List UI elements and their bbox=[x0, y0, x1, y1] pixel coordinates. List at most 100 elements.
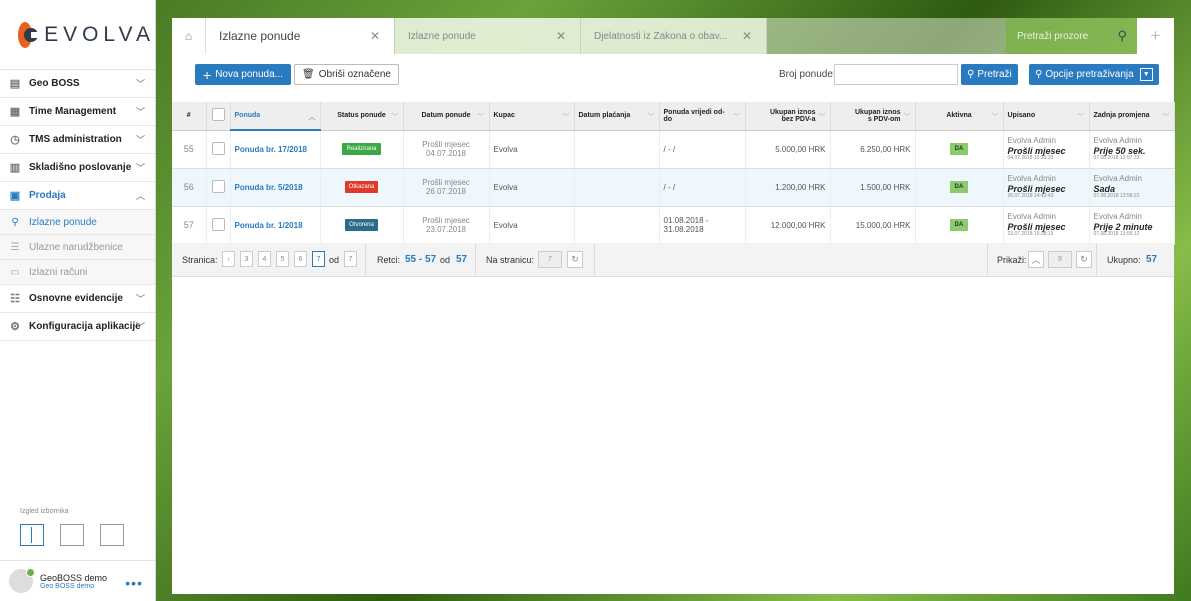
col-vrijedi-header[interactable]: Ponuda vrijedi od-do ﹀ bbox=[659, 102, 746, 131]
last-page-button[interactable]: 7 bbox=[344, 251, 357, 267]
home-icon[interactable]: ⌂ bbox=[172, 18, 206, 54]
sidebar-item-label: Prodaja bbox=[29, 190, 66, 201]
row-select-cell[interactable] bbox=[206, 130, 231, 169]
customer-cell: Evolva bbox=[489, 130, 575, 169]
page-button[interactable]: 4 bbox=[258, 251, 271, 267]
chevron-down-icon: ﹀ bbox=[562, 114, 570, 121]
chevron-up-icon[interactable]: ︿ bbox=[1028, 251, 1044, 268]
col-vrijedi-label-2: do bbox=[663, 115, 673, 123]
created-by: Evolva Admin bbox=[1007, 212, 1056, 222]
col-status-label: Status ponude bbox=[337, 112, 386, 120]
pager-divider bbox=[594, 243, 595, 277]
offer-link[interactable]: Ponuda br. 1/2018 bbox=[235, 221, 303, 230]
show-label: Prikaži: bbox=[997, 255, 1027, 265]
page-button-current[interactable]: 7 bbox=[312, 251, 325, 267]
col-aktivna-header[interactable]: Aktivna ﹀ bbox=[915, 102, 1004, 131]
col-s-pdv-header[interactable]: Ukupan iznos s PDV-om ﹀ bbox=[830, 102, 916, 131]
per-page-label: Na stranicu: bbox=[486, 255, 535, 265]
select-all-checkbox[interactable] bbox=[211, 108, 225, 122]
offers-table: # Ponuda ︿ Status ponude ﹀ Datum ponude ﹀ K… bbox=[172, 102, 1175, 245]
delete-selected-button[interactable]: 🗑 Obriši označene bbox=[294, 64, 399, 85]
sidebar-item-time-management[interactable]: ▦ Time Management ﹀ bbox=[0, 98, 155, 126]
sidebar-item-skladisno[interactable]: ▥ Skladišno poslovanje ﹀ bbox=[0, 154, 155, 182]
total-label: Ukupno: bbox=[1107, 255, 1141, 265]
col-s-label-2: s PDV-om bbox=[867, 115, 901, 123]
row-select-cell[interactable] bbox=[206, 168, 231, 207]
chevron-up-icon: ︿ bbox=[308, 114, 316, 121]
col-select-header[interactable] bbox=[206, 102, 231, 131]
avatar bbox=[9, 568, 35, 593]
col-vrijedi-label-1: Ponuda vrijedi od- bbox=[663, 108, 725, 116]
sidebar-item-geo-boss[interactable]: ▤ Geo BOSS ﹀ bbox=[0, 70, 155, 98]
refresh-icon[interactable]: ↻ bbox=[1076, 251, 1092, 268]
sidebar-item-konfiguracija[interactable]: ⚙ Konfiguracija aplikacije ﹀ bbox=[0, 313, 155, 341]
per-page-input[interactable]: 7 bbox=[538, 251, 562, 268]
new-offer-button[interactable]: + Nova ponuda... bbox=[195, 64, 292, 85]
sidebar-subitem-izlazni-racuni[interactable]: ▭ Izlazni računi bbox=[0, 260, 155, 285]
show-count-input[interactable]: 9 bbox=[1048, 251, 1072, 268]
chevron-down-icon: ﹀ bbox=[477, 114, 485, 121]
sidebar-item-label: TMS administration bbox=[29, 134, 122, 145]
valid-range-cell-2: 31.08.2018 bbox=[663, 225, 704, 234]
search-options-button[interactable]: ⚲ Opcije pretraživanja ▼ bbox=[1029, 64, 1159, 85]
user-area[interactable]: GeoBOSS demo Geo BOSS demo ••• bbox=[0, 560, 155, 601]
col-datum-header[interactable]: Datum ponude ﹀ bbox=[403, 102, 490, 131]
sidebar-item-prodaja[interactable]: ▣ Prodaja ︿ bbox=[0, 182, 155, 210]
col-zadnja-header[interactable]: Zadnja promjena ﹀ bbox=[1089, 102, 1175, 131]
sidebar-item-label: Konfiguracija aplikacije bbox=[29, 321, 141, 332]
customer-cell: Evolva bbox=[489, 168, 575, 207]
col-placanje-header[interactable]: Datum plaćanja ﹀ bbox=[574, 102, 660, 131]
sidebar-item-tms-administration[interactable]: ◷ TMS administration ﹀ bbox=[0, 126, 155, 154]
refresh-icon[interactable]: ↻ bbox=[567, 251, 583, 268]
modified-timestamp: 07.08.2018 13:57:33 bbox=[1093, 154, 1140, 161]
clock-icon: ◷ bbox=[10, 134, 20, 146]
col-bez-pdv-header[interactable]: Ukupan iznos bez PDV-a ﹀ bbox=[745, 102, 831, 131]
layout-expanded-button[interactable] bbox=[20, 524, 44, 546]
col-status-header[interactable]: Status ponude ﹀ bbox=[320, 102, 404, 131]
add-tab-button[interactable]: + bbox=[1137, 18, 1174, 54]
offer-number-input[interactable] bbox=[834, 64, 958, 85]
row-checkbox[interactable] bbox=[211, 141, 225, 155]
more-icon[interactable]: ••• bbox=[125, 575, 143, 591]
search-windows-input[interactable]: Pretraži prozore ⚲ bbox=[1006, 18, 1137, 54]
layout-mini-button[interactable] bbox=[100, 524, 124, 546]
tab-izlazne-ponude-active[interactable]: Izlazne ponude ✕ bbox=[206, 18, 395, 54]
offer-link[interactable]: Ponuda br. 17/2018 bbox=[235, 145, 307, 154]
sidebar-item-label: Geo BOSS bbox=[29, 78, 80, 89]
tab-label: Izlazne ponude bbox=[408, 30, 476, 42]
table-row[interactable]: 56 Ponuda br. 5/2018 Otkazana Prošli mje… bbox=[172, 168, 1175, 207]
table-row[interactable]: 57 Ponuda br. 1/2018 Otvorena Prošli mje… bbox=[172, 206, 1175, 245]
search-icon: ⚲ bbox=[967, 69, 975, 80]
page-button[interactable]: 3 bbox=[240, 251, 253, 267]
menu-layout-label: Izgled izbornika bbox=[20, 508, 69, 515]
row-checkbox[interactable] bbox=[211, 179, 225, 193]
chevron-down-icon: ﹀ bbox=[1077, 114, 1085, 121]
sidebar-subitem-izlazne-ponude[interactable]: ⚲ Izlazne ponude bbox=[0, 210, 155, 235]
tab-djelatnosti[interactable]: Djelatnosti iz Zakona o obav... ✕ bbox=[581, 18, 767, 54]
close-icon[interactable]: ✕ bbox=[742, 29, 752, 43]
col-upisano-header[interactable]: Upisano ﹀ bbox=[1003, 102, 1090, 131]
layout-collapsed-button[interactable] bbox=[60, 524, 84, 546]
table-row[interactable]: 55 Ponuda br. 17/2018 Realizirana Prošli… bbox=[172, 130, 1175, 169]
tab-izlazne-ponude[interactable]: Izlazne ponude ✕ bbox=[395, 18, 581, 54]
page-button[interactable]: 6 bbox=[294, 251, 307, 267]
row-checkbox[interactable] bbox=[211, 217, 225, 231]
date-relative: Prošli mjesec bbox=[422, 178, 470, 187]
row-select-cell[interactable] bbox=[206, 206, 231, 245]
sidebar-subitem-ulazne-narudzbenice[interactable]: ☰ Ulazne narudžbenice bbox=[0, 235, 155, 260]
prev-page-button[interactable]: ‹ bbox=[222, 251, 235, 267]
col-ponuda-header[interactable]: Ponuda ︿ bbox=[230, 102, 321, 131]
col-kupac-header[interactable]: Kupac ﹀ bbox=[489, 102, 575, 131]
chevron-down-icon: ﹀ bbox=[135, 294, 145, 304]
close-icon[interactable]: ✕ bbox=[370, 29, 380, 43]
logo: EVOLVA bbox=[0, 0, 155, 70]
offer-link[interactable]: Ponuda br. 5/2018 bbox=[235, 183, 303, 192]
close-icon[interactable]: ✕ bbox=[556, 29, 566, 43]
status-badge: Otvorena bbox=[345, 219, 378, 231]
active-badge: DA bbox=[949, 143, 969, 155]
search-button[interactable]: ⚲ Pretraži bbox=[961, 64, 1018, 85]
page-button[interactable]: 5 bbox=[276, 251, 289, 267]
list-icon: ☰ bbox=[10, 241, 20, 253]
table-icon: ☷ bbox=[10, 293, 20, 305]
sidebar-item-osnovne-evidencije[interactable]: ☷ Osnovne evidencije ﹀ bbox=[0, 285, 155, 313]
